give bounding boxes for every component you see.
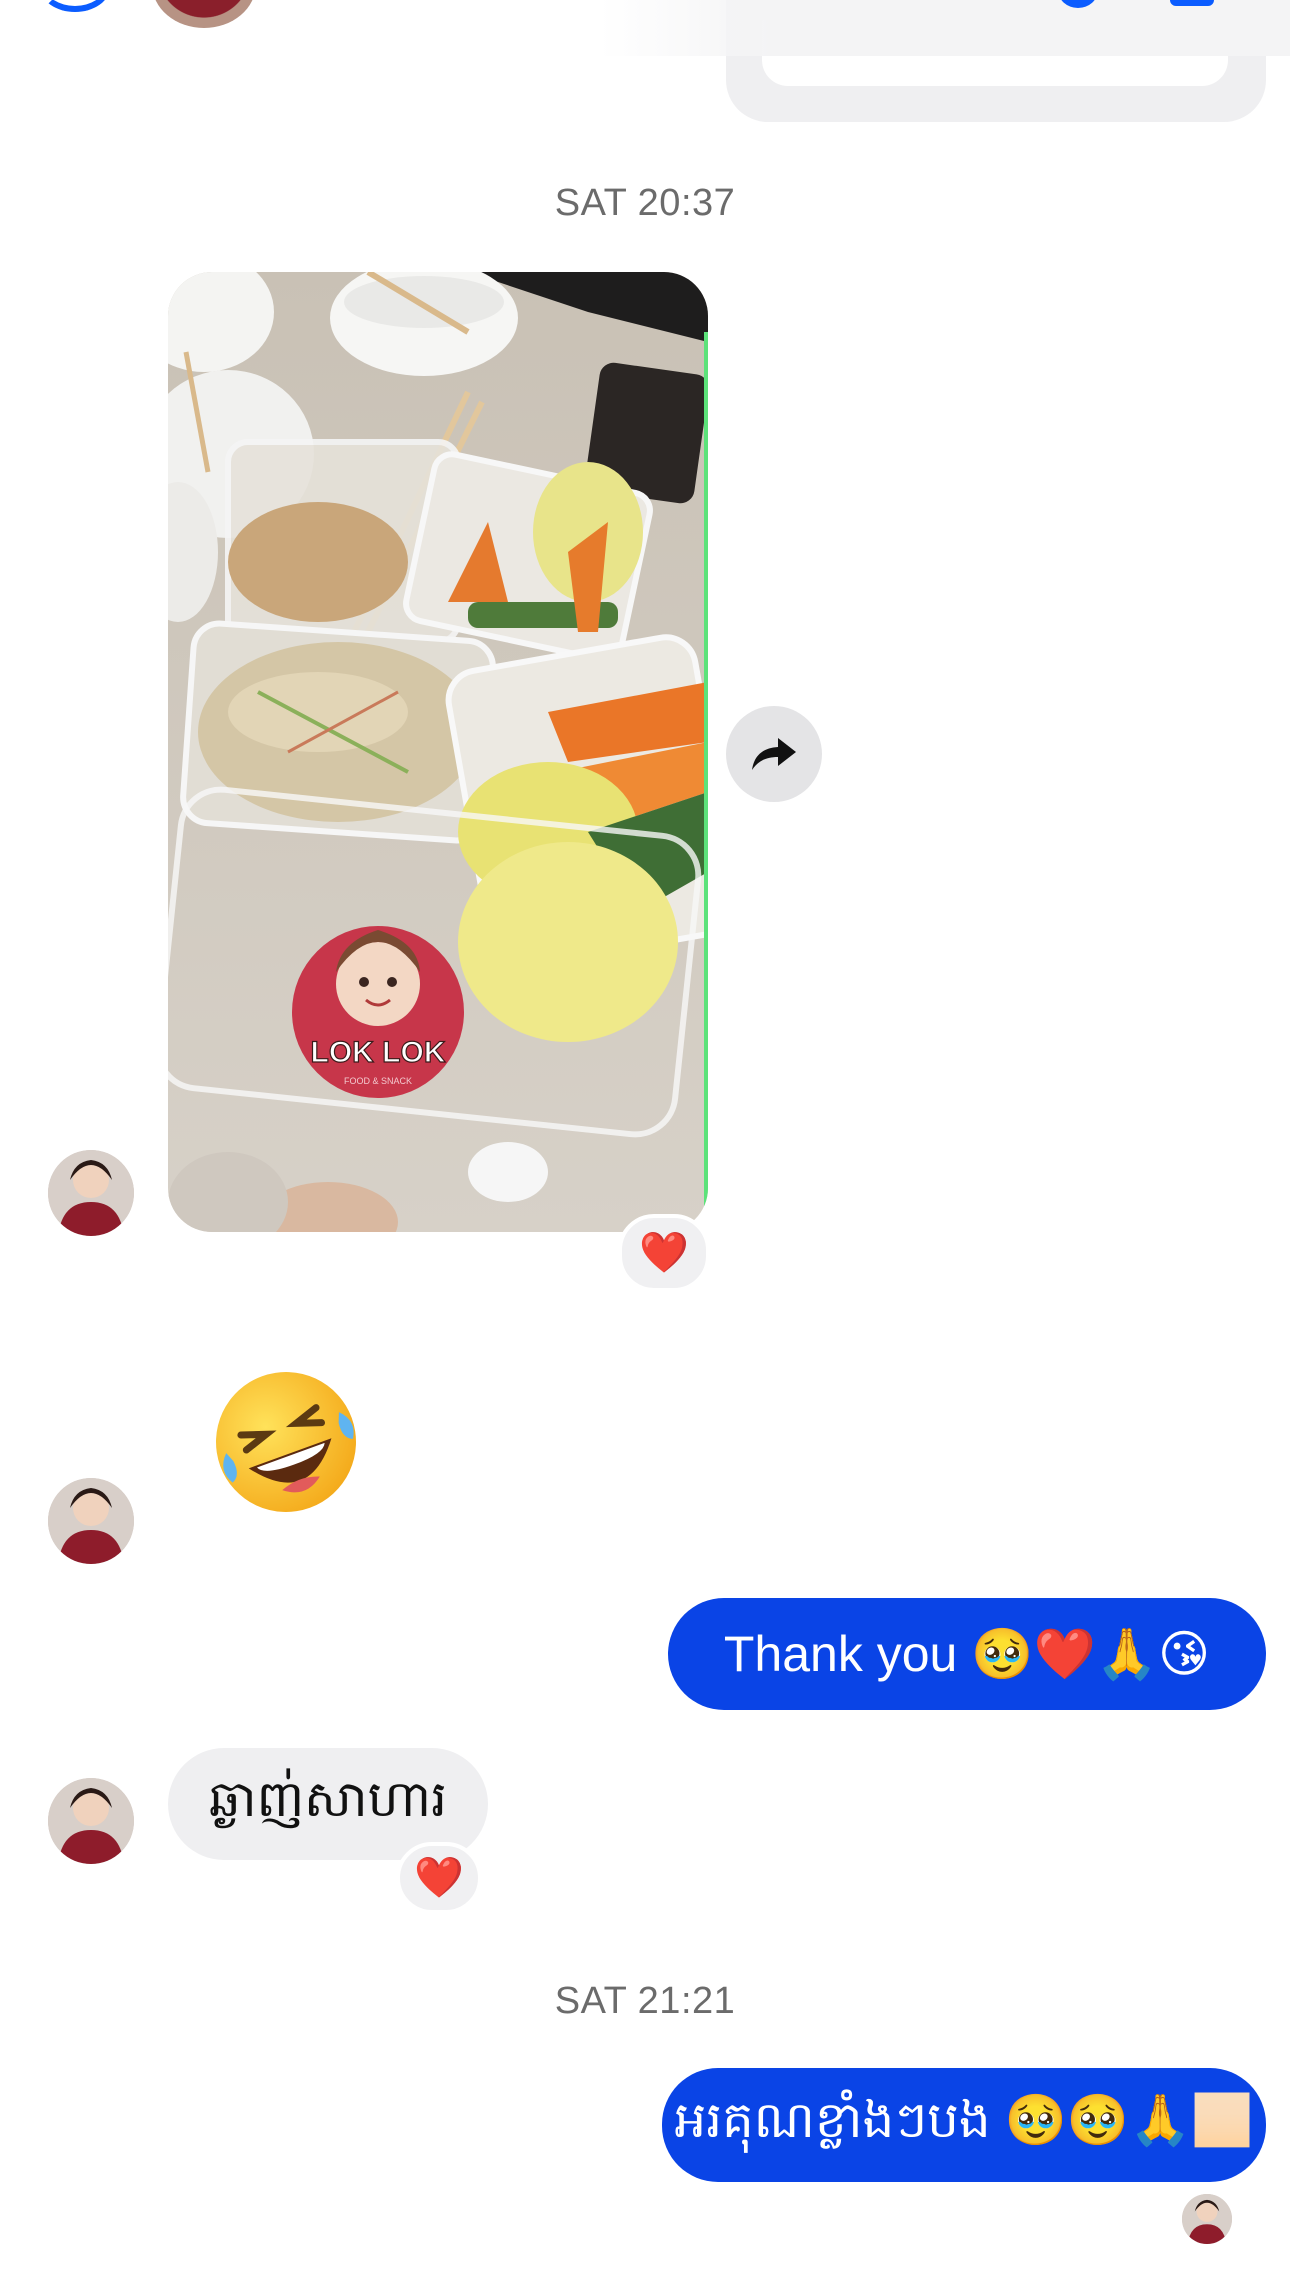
- photo-reaction[interactable]: ❤️: [618, 1214, 710, 1292]
- header-bar: [600, 0, 1290, 56]
- video-call-icon[interactable]: [1170, 0, 1214, 6]
- sent-message-bubble[interactable]: Thank you 🥹❤️🙏😘: [668, 1598, 1266, 1710]
- avatar-image: [1182, 2194, 1232, 2244]
- heart-icon: ❤️: [414, 1855, 464, 1901]
- contact-avatar[interactable]: [48, 1150, 134, 1236]
- message-text: ឆ្ងាញ់សាហារ: [208, 1769, 448, 1828]
- avatar-image: [48, 1478, 134, 1564]
- timestamp-divider: SAT 20:37: [554, 182, 736, 224]
- avatar-image: [48, 1778, 134, 1864]
- emoji-message[interactable]: [206, 1362, 366, 1522]
- heart-icon: ❤️: [639, 1230, 689, 1276]
- food-photo: LOK LOK FOOD & SNACK: [168, 272, 708, 1232]
- read-receipt-avatar: [1182, 2194, 1232, 2244]
- sent-message-bubble[interactable]: អរគុណខ្លាំងៗបង 🥹🥹🙏🏻: [662, 2068, 1266, 2182]
- message-text: អរគុណខ្លាំងៗបង 🥹🥹🙏🏻: [674, 2091, 1254, 2148]
- share-button[interactable]: [726, 706, 822, 802]
- sticker-title: LOK LOK: [311, 1036, 446, 1069]
- contact-avatar[interactable]: [48, 1478, 134, 1564]
- photo-message[interactable]: LOK LOK FOOD & SNACK: [168, 272, 708, 1232]
- back-icon[interactable]: [40, 0, 110, 12]
- avatar-image: [48, 1150, 134, 1236]
- contact-avatar[interactable]: [48, 1778, 134, 1864]
- timestamp-divider: SAT 21:21: [554, 1980, 736, 2022]
- share-forward-icon: [752, 738, 796, 770]
- contact-avatar-header[interactable]: [152, 0, 256, 28]
- message-text: Thank you 🥹❤️🙏😘: [723, 1625, 1211, 1682]
- message-reaction[interactable]: ❤️: [396, 1842, 482, 1914]
- sticker-subtitle: FOOD & SNACK: [344, 1076, 412, 1086]
- rofl-emoji-icon: [216, 1372, 356, 1512]
